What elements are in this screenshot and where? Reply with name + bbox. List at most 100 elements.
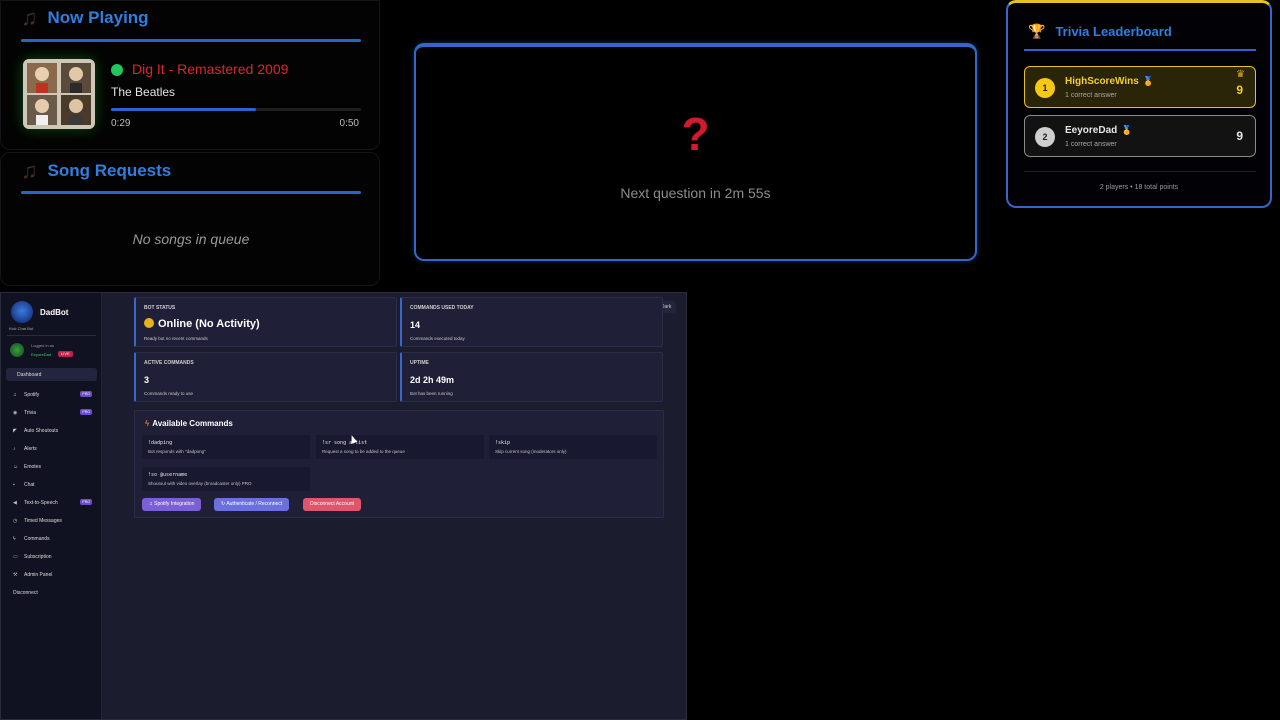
divider bbox=[21, 39, 361, 42]
sidebar-item-tts[interactable]: ◀ Text-to-Speech PRO bbox=[1, 494, 102, 512]
bot-name: DadBot bbox=[40, 308, 69, 317]
sidebar-item-label: Commands bbox=[24, 536, 50, 542]
divider bbox=[1024, 49, 1256, 51]
sidebar: DadBot Kick Chat Bot Logged in as Eeyore… bbox=[1, 293, 102, 719]
button-label: Authenticate / Reconnect bbox=[226, 501, 283, 507]
sidebar-item-label: Auto Shoutouts bbox=[24, 428, 59, 434]
player-score: 9 bbox=[1236, 83, 1243, 97]
pro-badge: PRO bbox=[80, 409, 92, 415]
song-requests-header: ♫ Song Requests bbox=[21, 160, 171, 182]
sidebar-item-label: Trivia bbox=[24, 410, 37, 416]
status-dot bbox=[144, 318, 154, 328]
command-description: Shoutout with video overlay (broadcaster… bbox=[148, 481, 252, 486]
authenticate-reconnect-button[interactable]: ↻ Authenticate / Reconnect bbox=[214, 498, 290, 511]
trivia-question-panel: ? Next question in 2m 55s bbox=[414, 43, 977, 261]
song-artist: The Beatles bbox=[111, 85, 176, 99]
sidebar-item-admin-panel[interactable]: ⚒ Admin Panel bbox=[1, 566, 102, 584]
sidebar-item-subscription[interactable]: ▭ Subscription bbox=[1, 548, 102, 566]
crown-icon: ♛ bbox=[1236, 69, 1245, 80]
song-requests-panel: ♫ Song Requests No songs in queue bbox=[0, 152, 380, 286]
player-name: HighScoreWins 🏅 bbox=[1065, 76, 1154, 87]
stat-card-active-commands: ACTIVE COMMANDS 3 Commands ready to use bbox=[134, 352, 397, 402]
sidebar-item-trivia[interactable]: ◉ Trivia PRO bbox=[1, 404, 102, 422]
bot-avatar bbox=[11, 301, 33, 323]
divider bbox=[21, 191, 361, 194]
command-description: Request a song to be added to the queue bbox=[322, 449, 405, 454]
spotify-integration-button[interactable]: ♫ Spotify Integration bbox=[142, 498, 202, 511]
logged-in-label: Logged in as bbox=[31, 343, 54, 348]
leaderboard-header: 🏆 Trivia Leaderboard bbox=[1028, 23, 1172, 40]
command-item: !dadping Bot responds with "dadpong" bbox=[142, 435, 310, 459]
stat-label: UPTIME bbox=[410, 360, 429, 366]
sidebar-nav: Dashboard ♫ Spotify PRO ◉ Trivia PRO ◤ Auto S… bbox=[1, 368, 102, 602]
command-item: !skip Skip current song (moderators only… bbox=[489, 435, 657, 459]
music-icon: ♫ bbox=[13, 392, 17, 398]
player-name: EeyoreDad 🏅 bbox=[1065, 125, 1132, 136]
player-name-text: HighScoreWins bbox=[1065, 76, 1139, 87]
clock-icon: ◷ bbox=[13, 518, 18, 524]
player-stat: 1 correct answer bbox=[1065, 92, 1117, 99]
command-item: !so @username Shoutout with video overla… bbox=[142, 467, 310, 491]
stat-description: Commands ready to use bbox=[144, 391, 194, 396]
stat-label: COMMANDS USED TODAY bbox=[410, 305, 474, 311]
sidebar-item-label: Chat bbox=[24, 482, 35, 488]
next-question-countdown: Next question in 2m 55s bbox=[620, 185, 771, 201]
sidebar-item-chat[interactable]: ▪ Chat bbox=[1, 476, 102, 494]
sidebar-item-label: Subscription bbox=[24, 554, 52, 560]
command-name: !dadping bbox=[148, 440, 173, 446]
sidebar-item-label: Text-to-Speech bbox=[24, 500, 58, 506]
playing-indicator-dot bbox=[111, 64, 123, 76]
leaderboard-title: Trivia Leaderboard bbox=[1055, 24, 1172, 39]
command-name: !skip bbox=[495, 440, 511, 446]
sidebar-item-emotes[interactable]: ☺ Emotes bbox=[1, 458, 102, 476]
stat-value: 2d 2h 49m bbox=[410, 375, 455, 385]
sidebar-item-auto-shoutouts[interactable]: ◤ Auto Shoutouts bbox=[1, 422, 102, 440]
bell-icon: ♪ bbox=[13, 446, 16, 452]
leaderboard-summary: 2 players • 18 total points bbox=[1099, 184, 1179, 191]
smile-icon: ☺ bbox=[13, 464, 19, 470]
stat-label: BOT STATUS bbox=[144, 305, 176, 311]
player-stat: 1 correct answer bbox=[1065, 141, 1117, 148]
rank-badge: 2 bbox=[1035, 127, 1055, 147]
sidebar-item-alerts[interactable]: ♪ Alerts bbox=[1, 440, 102, 458]
pro-badge: PRO bbox=[80, 391, 92, 397]
pro-badge: PRO bbox=[80, 499, 92, 505]
dashboard-window: DadBot Kick Chat Bot Logged in as Eeyore… bbox=[0, 292, 687, 720]
stat-value: Online (No Activity) bbox=[144, 318, 260, 330]
username: EeyoreDad bbox=[31, 352, 52, 357]
stat-description: Ready but no recent commands bbox=[144, 336, 208, 341]
disconnect-account-button[interactable]: Disconnect Account bbox=[303, 498, 361, 511]
button-label: Disconnect Account bbox=[310, 501, 354, 507]
trivia-leaderboard-panel: 🏆 Trivia Leaderboard 1 HighScoreWins 🏅 1 … bbox=[1006, 0, 1272, 208]
stat-value-text: Online (No Activity) bbox=[158, 318, 260, 330]
command-name: !so @username bbox=[148, 472, 188, 478]
dashboard-main: ☾ Dark BOT STATUS Online (No Activity) R… bbox=[102, 293, 686, 719]
command-item: !sr song artist Request a song to be add… bbox=[316, 435, 484, 459]
stat-label: ACTIVE COMMANDS bbox=[144, 360, 194, 366]
sidebar-item-dashboard[interactable]: Dashboard bbox=[6, 368, 97, 381]
bot-subtitle: Kick Chat Bot bbox=[9, 326, 34, 331]
medal-icon: 🏅 bbox=[1121, 125, 1133, 135]
music-note-icon: ♫ bbox=[21, 5, 38, 30]
stat-card-bot-status: BOT STATUS Online (No Activity) Ready bu… bbox=[134, 297, 397, 347]
stat-card-uptime: UPTIME 2d 2h 49m Bot has been running bbox=[400, 352, 663, 402]
megaphone-icon: ◤ bbox=[13, 428, 17, 434]
now-playing-panel: ♫ Now Playing Dig It - Remastered 2009 T… bbox=[0, 0, 380, 150]
sidebar-item-commands[interactable]: ϟ Commands bbox=[1, 530, 102, 548]
album-art bbox=[23, 59, 95, 129]
stat-value: 14 bbox=[410, 320, 421, 330]
button-label: Spotify Integration bbox=[154, 501, 195, 507]
sidebar-item-spotify[interactable]: ♫ Spotify PRO bbox=[1, 386, 102, 404]
bolt-icon: ϟ bbox=[145, 419, 150, 428]
available-commands-card: ϟ Available Commands !dadping Bot respond… bbox=[134, 410, 664, 518]
sidebar-item-label: Dashboard bbox=[17, 371, 42, 378]
player-score: 9 bbox=[1236, 129, 1243, 143]
wrench-icon: ⚒ bbox=[13, 572, 18, 578]
sidebar-item-timed-messages[interactable]: ◷ Timed Messages bbox=[1, 512, 102, 530]
stat-value: 3 bbox=[144, 375, 150, 385]
now-playing-title: Now Playing bbox=[47, 8, 149, 27]
sidebar-item-disconnect[interactable]: Disconnect bbox=[1, 584, 102, 602]
sidebar-item-label: Admin Panel bbox=[24, 572, 53, 578]
stat-card-commands-used: COMMANDS USED TODAY 14 Commands executed… bbox=[400, 297, 663, 347]
sidebar-item-label: Timed Messages bbox=[24, 518, 62, 524]
